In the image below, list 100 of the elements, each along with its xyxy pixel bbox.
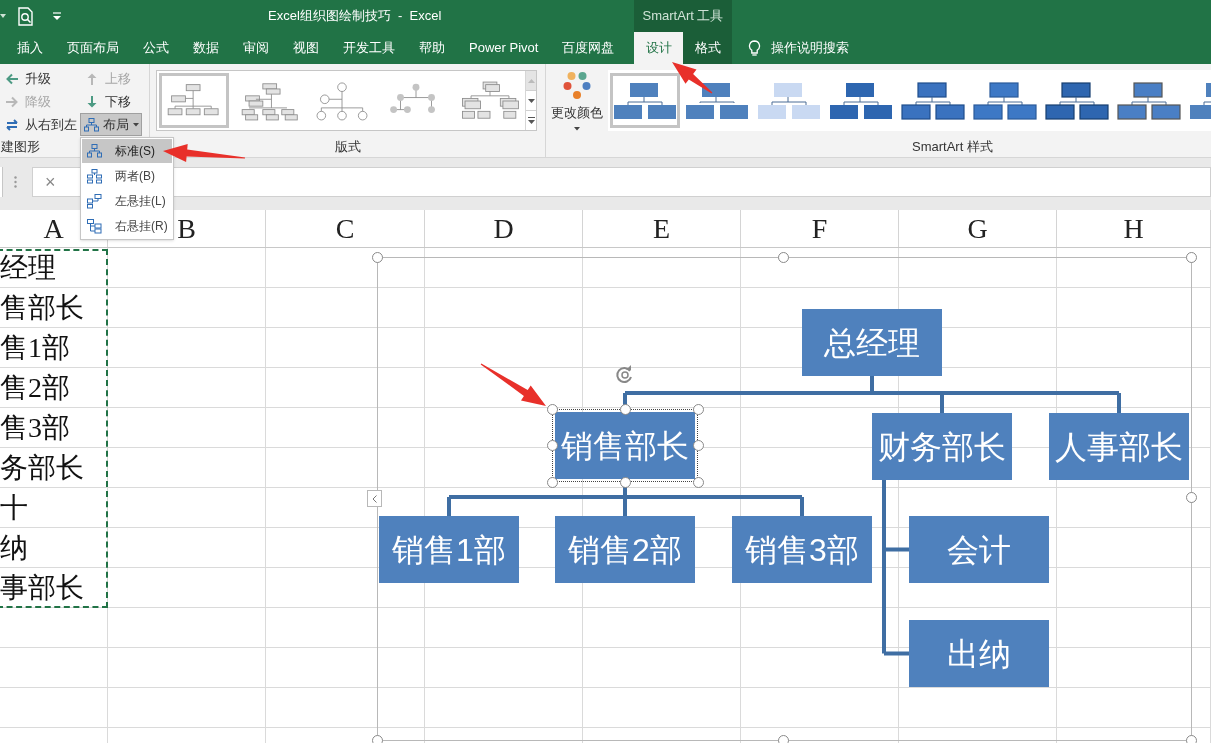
column-header[interactable]: F bbox=[811, 207, 828, 250]
group-label: 建图形 bbox=[0, 138, 40, 157]
resize-handle[interactable] bbox=[546, 476, 558, 488]
down-triangle-icon bbox=[527, 98, 535, 103]
cell-text: 售3部 bbox=[0, 413, 70, 442]
ribbon-tab[interactable]: 百度网盘 bbox=[550, 32, 627, 64]
org-chart-icon bbox=[613, 80, 677, 121]
hierarchy-icon bbox=[87, 143, 102, 159]
menu-item[interactable]: 标准(S) bbox=[82, 139, 172, 163]
resize-handle[interactable] bbox=[1185, 734, 1197, 743]
ribbon-tab[interactable]: 审阅 bbox=[231, 32, 281, 64]
cancel-button[interactable]: × bbox=[45, 168, 56, 196]
cell-text: 经理 bbox=[0, 253, 56, 282]
column-header[interactable]: D bbox=[493, 207, 514, 250]
ribbon-tab[interactable]: 插入 bbox=[5, 32, 55, 64]
resize-handle[interactable] bbox=[619, 476, 631, 488]
org-chart-box: 销售1部 bbox=[379, 516, 519, 583]
hierarchy-icon bbox=[87, 193, 102, 209]
cell-text: 事部长 bbox=[0, 573, 84, 602]
org-chart-box: 财务部长 bbox=[872, 413, 1012, 480]
resize-handle[interactable] bbox=[546, 403, 558, 415]
layout-button[interactable]: 布局 bbox=[80, 113, 142, 136]
ribbon-button[interactable]: 下移 bbox=[80, 90, 149, 113]
column-header[interactable]: B bbox=[177, 207, 196, 250]
column-header[interactable]: E bbox=[652, 207, 671, 250]
resize-handle[interactable] bbox=[546, 440, 558, 451]
org-chart-box: 人事部长 bbox=[1049, 413, 1189, 480]
down-arrow-icon bbox=[85, 94, 99, 109]
arrow bbox=[672, 62, 713, 94]
customize-icon[interactable] bbox=[53, 12, 61, 20]
resize-handle[interactable] bbox=[1185, 251, 1197, 263]
group-label: SmartArt 样式 bbox=[912, 138, 993, 157]
resize-handle[interactable] bbox=[371, 734, 383, 743]
right-arrow-icon bbox=[5, 94, 19, 109]
resize-handle[interactable] bbox=[1185, 491, 1197, 503]
column-header[interactable]: A bbox=[43, 207, 64, 250]
layout-thumbnail[interactable] bbox=[159, 73, 229, 128]
org-chart-icon bbox=[973, 80, 1037, 121]
org-chart-box: 销售3部 bbox=[732, 516, 872, 583]
ribbon-tab[interactable]: 设计 bbox=[634, 32, 683, 64]
swap-arrows-icon bbox=[5, 117, 19, 132]
menu-item[interactable]: 两者(B) bbox=[82, 164, 172, 188]
caret-icon bbox=[574, 126, 580, 131]
org-chart-icon bbox=[685, 80, 749, 121]
color-palette-icon bbox=[563, 71, 591, 101]
resize-handle[interactable] bbox=[692, 403, 704, 415]
org-chart-box: 出纳 bbox=[909, 620, 1049, 687]
ribbon-button[interactable]: 升级 bbox=[0, 67, 80, 90]
cell-text: 十 bbox=[0, 493, 28, 522]
change-colors-button[interactable]: 更改颜色 bbox=[546, 70, 608, 137]
org-chart-box: 销售部长 bbox=[555, 412, 695, 479]
org-chart-icon bbox=[1117, 80, 1181, 121]
ribbon-tab[interactable]: 视图 bbox=[281, 32, 331, 64]
style-thumbnail[interactable] bbox=[610, 73, 680, 128]
hierarchy-icon bbox=[84, 117, 99, 132]
ribbon-tab[interactable]: 格式 bbox=[683, 32, 732, 64]
ribbon-tab[interactable]: 数据 bbox=[181, 32, 231, 64]
ribbon-tab[interactable]: 公式 bbox=[131, 32, 181, 64]
text-pane-button[interactable] bbox=[367, 490, 382, 507]
rotate-handle[interactable] bbox=[615, 365, 635, 385]
ribbon-tab[interactable]: Power Pivot bbox=[457, 32, 551, 64]
org-chart-icon bbox=[1045, 80, 1109, 121]
column-header[interactable]: H bbox=[1123, 207, 1144, 250]
resize-handle[interactable] bbox=[777, 734, 789, 743]
org-chart-icon bbox=[901, 80, 965, 121]
resize-handle[interactable] bbox=[619, 403, 631, 415]
ribbon-tab[interactable]: 开发工具 bbox=[331, 32, 407, 64]
print-preview-icon[interactable] bbox=[17, 6, 34, 26]
arrow bbox=[480, 363, 546, 406]
org-chart-icon bbox=[757, 80, 821, 121]
chevron-left-icon bbox=[372, 494, 377, 503]
resize-handle[interactable] bbox=[371, 251, 383, 263]
caret-icon bbox=[133, 122, 139, 127]
cell-text: 售部长 bbox=[0, 293, 84, 322]
lightbulb-icon bbox=[748, 39, 761, 57]
menu-item[interactable]: 右悬挂(R) bbox=[82, 214, 172, 238]
tell-me-search[interactable]: 操作说明搜索 bbox=[732, 32, 849, 64]
group-label: 版式 bbox=[334, 138, 361, 157]
ribbon-tab[interactable]: 帮助 bbox=[407, 32, 457, 64]
resize-handle[interactable] bbox=[692, 440, 704, 451]
org-chart-box: 会计 bbox=[909, 516, 1049, 583]
caret-icon[interactable] bbox=[0, 13, 6, 19]
ribbon-tab[interactable]: 页面布局 bbox=[55, 32, 131, 64]
cell-text: 务部长 bbox=[0, 453, 84, 482]
cell-text: 售2部 bbox=[0, 373, 70, 402]
org-chart-icon bbox=[829, 80, 893, 121]
more-vertical-icon bbox=[14, 176, 17, 188]
cell-text: 纳 bbox=[0, 533, 28, 562]
contextual-tab-group-title: SmartArt 工具 bbox=[642, 7, 724, 26]
resize-handle[interactable] bbox=[777, 251, 789, 263]
column-header[interactable]: G bbox=[967, 207, 988, 250]
ribbon-button[interactable]: 从右到左 bbox=[0, 113, 80, 136]
resize-handle[interactable] bbox=[692, 476, 704, 488]
column-header[interactable]: C bbox=[335, 207, 355, 250]
hierarchy-icon bbox=[87, 218, 102, 234]
hierarchy-icon bbox=[87, 168, 102, 184]
window-title: Excel组织图绘制技巧 - Excel bbox=[268, 7, 442, 26]
left-arrow-icon bbox=[5, 71, 19, 86]
up-arrow-icon bbox=[85, 71, 99, 86]
more-icon bbox=[527, 117, 535, 124]
